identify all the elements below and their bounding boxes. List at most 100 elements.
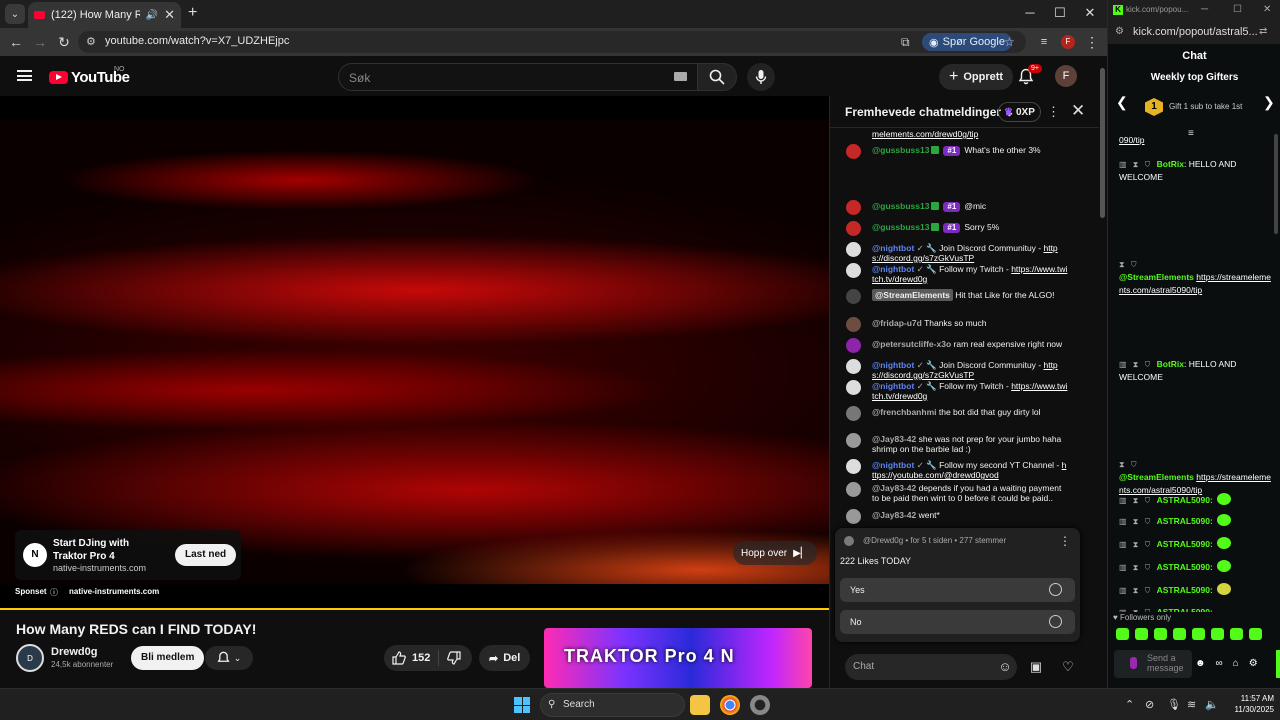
chat-author-avatar[interactable] bbox=[846, 433, 861, 448]
chat-author[interactable]: @Jay83-42 bbox=[872, 483, 916, 493]
keyboard-icon[interactable] bbox=[674, 72, 687, 81]
wifi-icon[interactable]: ≋ bbox=[1187, 698, 1196, 711]
chat-more-icon[interactable]: ⋮ bbox=[1047, 104, 1060, 120]
file-explorer-icon[interactable] bbox=[690, 695, 710, 715]
chat-author-avatar[interactable] bbox=[846, 200, 861, 215]
chat-author-avatar[interactable] bbox=[846, 406, 861, 421]
video-player[interactable] bbox=[0, 96, 830, 584]
search-input[interactable]: Søk bbox=[338, 63, 698, 91]
chat-author[interactable]: @nightbot bbox=[872, 264, 914, 274]
chat-author-avatar[interactable] bbox=[846, 317, 861, 332]
super-chat-icon[interactable]: ▣ bbox=[1028, 659, 1044, 675]
chat-author[interactable]: @fridap-u7d bbox=[872, 318, 922, 328]
taskbar-search[interactable]: ⚲ Search bbox=[540, 693, 685, 717]
chat-author-avatar[interactable] bbox=[846, 289, 861, 304]
translate-icon[interactable]: ⇄ bbox=[1259, 26, 1267, 37]
emote-icon[interactable] bbox=[1154, 628, 1167, 640]
store-icon[interactable]: ⌂ bbox=[1233, 658, 1249, 669]
chat-input[interactable]: Chat bbox=[845, 654, 1017, 680]
emoji-icon[interactable]: ☺ bbox=[997, 659, 1013, 675]
kick-chat-author[interactable]: ASTRAL5090: bbox=[1157, 495, 1213, 505]
chat-author[interactable]: @nightbot bbox=[872, 460, 914, 470]
emote-picker-icon[interactable]: ☻ bbox=[1195, 658, 1216, 669]
kick-chat-author[interactable]: ASTRAL5090: bbox=[1157, 562, 1213, 572]
chat-author-avatar[interactable] bbox=[846, 509, 861, 524]
chevron-left-icon[interactable]: ❮ bbox=[1116, 94, 1128, 111]
ad-overlay-card[interactable]: N Start DJing with Traktor Pro 4 native-… bbox=[15, 530, 241, 580]
chat-author[interactable]: @gussbuss13 bbox=[872, 145, 929, 155]
close-window-icon[interactable]: ✕ bbox=[1263, 4, 1271, 15]
chat-author[interactable]: @gussbuss13 bbox=[872, 201, 929, 211]
chat-close-icon[interactable]: ✕ bbox=[1071, 101, 1085, 121]
poll-more-icon[interactable]: ⋮ bbox=[1059, 534, 1071, 548]
back-icon[interactable]: ← bbox=[8, 34, 24, 50]
volume-icon[interactable]: 🔈 bbox=[1205, 698, 1219, 711]
links-icon[interactable]: ∞ bbox=[1216, 658, 1233, 669]
chat-author-avatar[interactable] bbox=[846, 263, 861, 278]
chat-mode-dropdown[interactable]: Fremhevede chatmeldinger ⌄ bbox=[845, 105, 1014, 119]
chat-author[interactable]: @Jay83-42 bbox=[872, 434, 916, 444]
kick-chat-author[interactable]: ASTRAL5090: bbox=[1157, 539, 1213, 549]
chat-author-avatar[interactable] bbox=[846, 242, 861, 257]
kick-scrollbar[interactable] bbox=[1274, 134, 1278, 234]
tray-chevron-icon[interactable]: ⌃ bbox=[1125, 698, 1134, 711]
ad-bar-domain[interactable]: native-instruments.com bbox=[69, 587, 159, 596]
emote-icon[interactable] bbox=[1135, 628, 1148, 640]
subscription-bell-button[interactable]: ⌄ bbox=[205, 646, 253, 670]
chat-author-avatar[interactable] bbox=[846, 338, 861, 353]
settings-icon[interactable]: ⚙ bbox=[1249, 658, 1268, 669]
emote-icon[interactable] bbox=[1173, 628, 1186, 640]
browser-menu-icon[interactable]: ⋮ bbox=[1084, 34, 1100, 50]
kick-input-icons[interactable]: ☻∞⌂⚙ bbox=[1195, 658, 1268, 669]
chevron-right-icon[interactable]: ❯ bbox=[1263, 94, 1275, 111]
site-info-icon[interactable]: ⚙ bbox=[1115, 26, 1124, 37]
chat-author-avatar[interactable] bbox=[846, 380, 861, 395]
chat-author[interactable]: @nightbot bbox=[872, 381, 914, 391]
network-off-icon[interactable]: ⊘ bbox=[1145, 698, 1154, 711]
xp-badge[interactable]: ♛ 0XP bbox=[998, 102, 1041, 122]
kick-chat-author[interactable]: ASTRAL5090: bbox=[1157, 516, 1213, 526]
minimize-icon[interactable]: ─ bbox=[1020, 5, 1040, 20]
tab-search-button[interactable]: ⌄ bbox=[5, 4, 25, 24]
tab-close-icon[interactable]: ✕ bbox=[164, 7, 175, 23]
windows-start-icon[interactable] bbox=[514, 697, 530, 713]
chat-author[interactable]: @nightbot bbox=[872, 243, 914, 253]
companion-ad-banner[interactable]: TRAKTOR Pro 4 N bbox=[544, 628, 812, 688]
maximize-icon[interactable]: ☐ bbox=[1050, 5, 1070, 21]
like-button[interactable]: 152 bbox=[384, 650, 439, 666]
poll-option-no[interactable]: No bbox=[840, 610, 1075, 634]
close-window-icon[interactable]: ✕ bbox=[1080, 5, 1100, 21]
dislike-button[interactable] bbox=[439, 651, 461, 665]
chat-author-avatar[interactable] bbox=[846, 459, 861, 474]
cast-icon[interactable]: ⧉ bbox=[901, 35, 910, 50]
emote-icon[interactable] bbox=[1249, 628, 1262, 640]
join-button[interactable]: Bli medlem bbox=[131, 646, 205, 670]
kick-message-input[interactable]: Send a message bbox=[1114, 650, 1192, 678]
bookmark-star-icon[interactable]: ☆ bbox=[1004, 35, 1015, 49]
emote-icon[interactable] bbox=[1116, 628, 1129, 640]
emote-icon[interactable] bbox=[1230, 628, 1243, 640]
maximize-icon[interactable]: ☐ bbox=[1233, 4, 1242, 15]
new-tab-icon[interactable]: + bbox=[188, 5, 197, 21]
chat-link[interactable]: 090/tip bbox=[1119, 134, 1271, 147]
poll-option-yes[interactable]: Yes bbox=[840, 578, 1075, 602]
chat-author[interactable]: @petersutcliffe-x3o bbox=[872, 339, 951, 349]
create-button[interactable]: + Opprett bbox=[939, 64, 1014, 90]
app-icon[interactable] bbox=[750, 695, 770, 715]
chat-author[interactable]: @gussbuss13 bbox=[872, 222, 929, 232]
emote-icon[interactable] bbox=[1192, 628, 1205, 640]
reload-icon[interactable]: ↻ bbox=[56, 34, 72, 50]
kick-chat-author[interactable]: BotRix bbox=[1157, 159, 1184, 169]
minimize-icon[interactable]: ─ bbox=[1201, 4, 1208, 15]
channel-name[interactable]: Drewd0g bbox=[51, 646, 97, 658]
skip-ad-button[interactable]: Hopp over ▶▏ bbox=[733, 541, 817, 565]
clock[interactable]: 11:57 AM 11/30/2025 bbox=[1230, 693, 1274, 715]
chat-author-avatar[interactable] bbox=[846, 221, 861, 236]
kick-chat-author[interactable]: ASTRAL5090: bbox=[1157, 585, 1213, 595]
hamburger-menu-icon[interactable] bbox=[17, 70, 32, 81]
kick-chat-author[interactable]: @StreamElements bbox=[1119, 272, 1194, 282]
chat-author[interactable]: @StreamElements bbox=[872, 289, 953, 301]
voice-search-button[interactable] bbox=[747, 63, 775, 91]
audio-playing-icon[interactable]: 🔊 bbox=[146, 10, 158, 21]
microphone-tray-icon[interactable]: 🎙 bbox=[1167, 698, 1181, 711]
